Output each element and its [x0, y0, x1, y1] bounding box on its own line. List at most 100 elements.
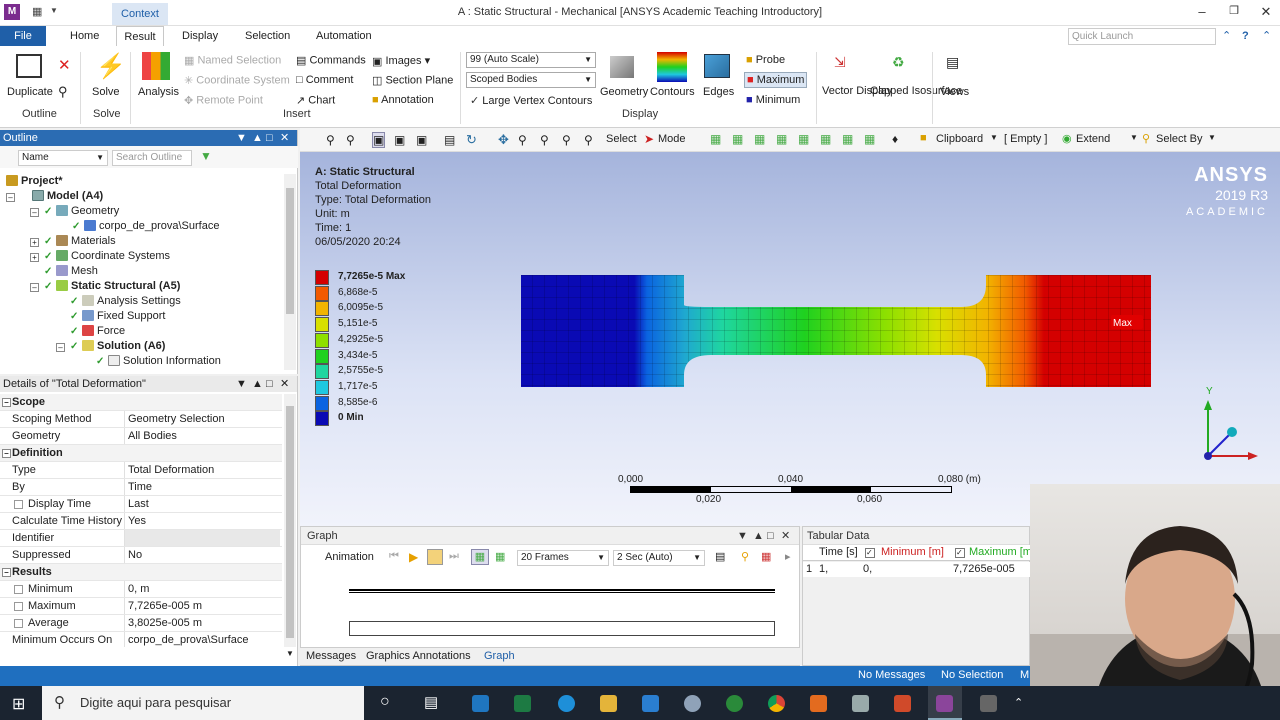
select-all-icon[interactable]: ▦	[732, 132, 743, 146]
property-value[interactable]: Time	[124, 479, 280, 495]
property-value[interactable]: Last	[124, 496, 280, 512]
zoom-fit-icon[interactable]: ⚲	[584, 133, 593, 147]
onenote-app-icon[interactable]	[472, 695, 489, 712]
search-icon[interactable]: ⚲	[58, 84, 68, 100]
minimum-column-checkbox[interactable]: ✓	[865, 548, 875, 558]
maximize-panel-icon[interactable]: □	[767, 527, 774, 545]
time-column-header[interactable]: Time [s]	[819, 546, 858, 558]
collapse-icon[interactable]: –	[56, 343, 65, 352]
maximize-panel-icon[interactable]: □	[266, 376, 273, 392]
file-explorer-icon[interactable]	[600, 695, 617, 712]
details-scrollbar[interactable]	[284, 394, 296, 664]
expand-icon[interactable]: +	[30, 253, 39, 262]
cortana-icon[interactable]: ○	[380, 693, 390, 711]
restore-icon[interactable]: ❐	[1224, 4, 1244, 17]
tab-automation[interactable]: Automation	[316, 28, 372, 46]
property-value[interactable]: All Bodies	[124, 428, 280, 444]
tree-item-analysis-settings[interactable]: ✓ Analysis Settings	[70, 294, 181, 309]
details-section-header[interactable]: – Scope	[0, 394, 282, 411]
help-icon[interactable]: ?	[1242, 28, 1249, 46]
close-window-icon[interactable]: ✕	[1256, 4, 1276, 20]
system-tray-chevron-icon[interactable]: ⌃	[1014, 696, 1023, 709]
task-view-icon[interactable]: ▤	[424, 693, 438, 711]
select-mesh-icon[interactable]: ▦	[754, 132, 765, 146]
named-selection-button[interactable]: ▦ Named Selection	[184, 54, 281, 67]
outline-scrollbar[interactable]	[284, 174, 296, 370]
solve-button[interactable]: Solve	[92, 86, 120, 98]
collapse-icon[interactable]: –	[30, 283, 39, 292]
tree-item-geometry[interactable]: ✓ Geometry	[44, 204, 119, 219]
close-panel-icon[interactable]: ✕	[781, 527, 790, 545]
tab-result[interactable]: Result	[116, 26, 164, 46]
maximum-column-checkbox[interactable]: ✓	[955, 548, 965, 558]
select-volume-icon[interactable]: ▦	[864, 132, 875, 146]
tab-graphics-annotations[interactable]: Graphics Annotations	[366, 650, 471, 662]
details-row[interactable]: Scoping Method Geometry Selection	[0, 411, 282, 428]
select-button[interactable]: Select	[606, 133, 637, 145]
outline-search-input[interactable]: Search Outline	[112, 150, 192, 166]
chrome-app-icon[interactable]	[768, 695, 785, 712]
zoom-in-icon[interactable]: ⚲	[518, 133, 527, 147]
timeline-bar[interactable]	[349, 621, 775, 636]
tree-item-static-structural[interactable]: ✓ Static Structural (A5)	[44, 279, 180, 294]
collapse-icon[interactable]: –	[30, 208, 39, 217]
collapse-icon[interactable]: –	[2, 568, 11, 577]
status-unit[interactable]: M	[1020, 669, 1029, 681]
edges-button[interactable]: Edges	[703, 86, 734, 98]
tab-messages[interactable]: Messages	[306, 650, 356, 662]
tab-selection[interactable]: Selection	[245, 28, 290, 46]
tree-item-mesh[interactable]: ✓ Mesh	[44, 264, 98, 279]
outline-filter-dropdown[interactable]: Name ▼	[18, 150, 108, 166]
ribbon-options-icon[interactable]: ⌃	[1262, 28, 1271, 46]
tree-item-materials[interactable]: ✓ Materials	[44, 234, 116, 249]
ansys-workbench-hand-icon[interactable]	[810, 695, 827, 712]
tree-item-project[interactable]: Project*	[6, 174, 63, 189]
parameter-checkbox[interactable]	[14, 585, 23, 594]
details-row[interactable]: By Time	[0, 479, 282, 496]
frames-dropdown[interactable]: 20 Frames ▼	[517, 550, 609, 566]
scrollbar-thumb[interactable]	[286, 406, 294, 638]
tree-item-force[interactable]: ✓ Force	[70, 324, 125, 339]
comment-button[interactable]: □ Comment	[296, 74, 353, 86]
details-row[interactable]: Maximum 7,7265e-005 m	[0, 598, 282, 615]
property-value[interactable]: Yes	[124, 513, 280, 529]
property-value[interactable]	[124, 530, 280, 546]
tree-item-solution-information[interactable]: ✓ Solution Information	[96, 354, 221, 369]
details-row[interactable]: Average 3,8025e-005 m	[0, 615, 282, 632]
windows-start-icon[interactable]: ⊞	[12, 694, 25, 714]
maximum-column-header[interactable]: Maximum [m]	[969, 546, 1035, 558]
powerpoint-app-icon[interactable]	[894, 695, 911, 712]
views-button[interactable]: Views	[940, 86, 969, 98]
scrollbar-thumb[interactable]	[286, 188, 294, 314]
tab-file[interactable]: File	[0, 26, 46, 46]
collapse-icon[interactable]: –	[2, 398, 11, 407]
select-face-icon[interactable]: ▣	[394, 133, 405, 147]
graph-settings-icon[interactable]: ▦	[761, 550, 771, 563]
zoom-to-fit-icon[interactable]: ⚲	[562, 133, 571, 147]
quick-launch-input[interactable]: Quick Launch	[1068, 28, 1216, 45]
tree-item-model[interactable]: Model (A4)	[32, 189, 103, 204]
chart-button[interactable]: ↗ Chart	[296, 94, 335, 107]
details-row[interactable]: Minimum 0, m	[0, 581, 282, 598]
pan-icon[interactable]: ✥	[498, 132, 509, 148]
select-vertex-icon[interactable]: ▤	[444, 133, 455, 147]
tree-item-fixed-support[interactable]: ✓ Fixed Support	[70, 309, 165, 324]
remote-point-button[interactable]: ✥ Remote Point	[184, 94, 263, 107]
scope-dropdown[interactable]: Scoped Bodies ▼	[466, 72, 596, 88]
workbench-app-icon[interactable]	[852, 695, 869, 712]
status-messages[interactable]: No Messages	[858, 669, 925, 681]
previous-frame-icon[interactable]: ⏮	[389, 550, 399, 563]
rotate-icon[interactable]: ↻	[466, 132, 477, 148]
upwork-app-icon[interactable]	[726, 695, 743, 712]
extend-button[interactable]: Extend	[1076, 133, 1110, 145]
zoom-out-icon[interactable]: ⚲	[540, 133, 549, 147]
probe-button[interactable]: ■ Probe	[746, 54, 785, 66]
calculator-app-icon[interactable]	[980, 695, 997, 712]
tree-item-coordinate-systems[interactable]: ✓ Coordinate Systems	[44, 249, 170, 264]
details-row[interactable]: Calculate Time History Yes	[0, 513, 282, 530]
graph-menu-icon[interactable]: ▼	[737, 527, 748, 545]
analysis-button[interactable]: Analysis	[138, 86, 179, 98]
geometry-button[interactable]: Geometry	[600, 86, 648, 98]
collapse-icon[interactable]: –	[2, 449, 11, 458]
parameter-checkbox[interactable]	[14, 602, 23, 611]
